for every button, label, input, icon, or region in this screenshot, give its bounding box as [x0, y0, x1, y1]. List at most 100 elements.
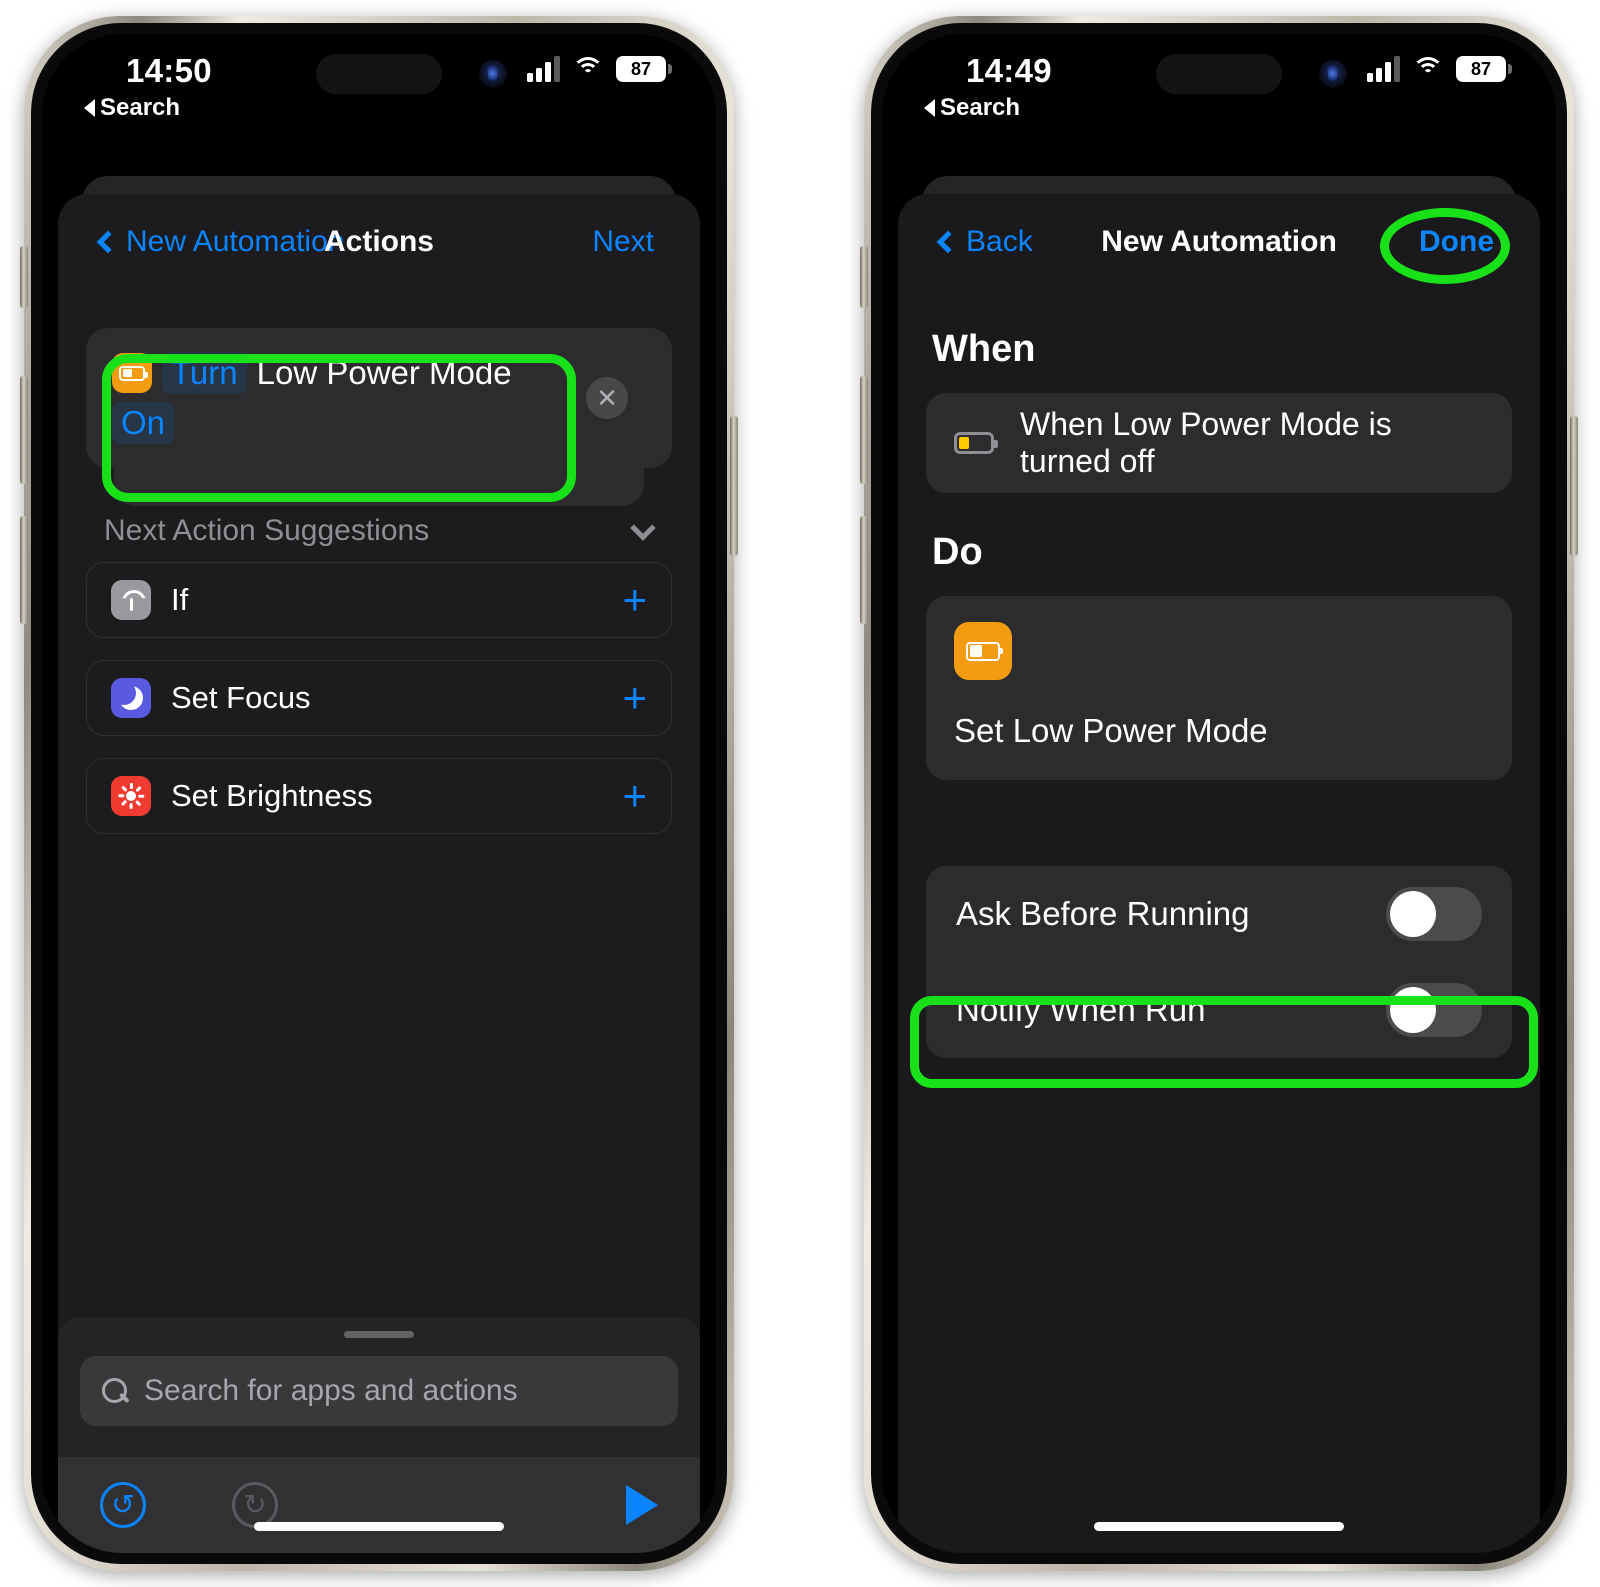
redo-icon: ↻: [243, 1489, 267, 1520]
ask-before-running-toggle[interactable]: [1386, 887, 1482, 941]
section-title-when: When: [932, 328, 1036, 370]
navigation-bar-left: New Automation Actions Next: [58, 194, 700, 290]
battery-icon: 87: [1456, 56, 1512, 82]
back-triangle-icon: [924, 99, 935, 117]
chevron-down-icon[interactable]: [630, 514, 656, 541]
undo-icon: ↺: [111, 1489, 135, 1520]
next-button[interactable]: Next: [592, 225, 654, 259]
remove-action-button[interactable]: ✕: [586, 377, 628, 419]
wifi-icon: [572, 57, 604, 81]
suggestion-item-set-focus[interactable]: Set Focus +: [86, 660, 672, 736]
page-title-text: New Automation: [1101, 225, 1337, 258]
low-power-mode-icon: [954, 622, 1012, 680]
new-automation-sheet: Back New Automation Done When When Low P…: [898, 194, 1540, 1553]
suggestion-item-set-brightness[interactable]: Set Brightness +: [86, 758, 672, 834]
option-ask-before-running[interactable]: Ask Before Running: [926, 866, 1512, 962]
back-triangle-icon: [84, 99, 95, 117]
battery-percent: 87: [616, 56, 666, 82]
status-bar-right: 14:49 Search 87: [882, 34, 1556, 150]
action-button[interactable]: [20, 246, 28, 308]
search-placeholder: Search for apps and actions: [144, 1374, 518, 1407]
actions-sheet: New Automation Actions Next Turn Low Pow…: [58, 194, 700, 1553]
next-action-suggestions-header[interactable]: Next Action Suggestions: [104, 514, 660, 548]
status-time: 14:50: [126, 52, 212, 89]
power-button[interactable]: [730, 416, 738, 556]
add-suggestion-button[interactable]: +: [622, 579, 647, 621]
battery-glyph: [966, 641, 1003, 661]
state-token[interactable]: On: [112, 402, 175, 444]
phone-bezel: 14:50 Search 87 New Automation Actions N…: [31, 23, 727, 1564]
power-button[interactable]: [1570, 416, 1578, 556]
search-panel: Search for apps and actions: [58, 1317, 700, 1457]
battery-nub: [1508, 64, 1512, 74]
notify-when-run-toggle[interactable]: [1386, 983, 1482, 1037]
front-camera-icon: [479, 60, 507, 88]
status-time: 14:49: [966, 52, 1052, 89]
home-indicator[interactable]: [254, 1522, 504, 1531]
undo-button[interactable]: ↺: [100, 1482, 146, 1528]
toggle-knob: [1390, 891, 1436, 937]
section-title-do: Do: [932, 531, 983, 573]
volume-up-button[interactable]: [20, 376, 28, 484]
back-app-label: Search: [100, 94, 181, 121]
suggestion-label: Set Brightness: [171, 778, 373, 813]
status-indicators: 87: [1367, 56, 1512, 82]
volume-down-button[interactable]: [20, 516, 28, 624]
volume-up-button[interactable]: [860, 376, 868, 484]
trigger-card[interactable]: When Low Power Mode is turned off: [926, 393, 1512, 493]
phone-screen-right: 14:49 Search 87 Back New Automation Done…: [882, 34, 1556, 1553]
focus-moon-icon: [111, 678, 151, 718]
turn-token[interactable]: Turn: [162, 352, 247, 394]
automation-options-group: Ask Before Running Notify When Run: [926, 866, 1512, 1058]
battery-percent: 87: [1456, 56, 1506, 82]
cellular-signal-icon: [527, 56, 560, 82]
action-list: Turn Low Power Mode On ✕: [86, 328, 672, 506]
home-indicator[interactable]: [1094, 1522, 1344, 1531]
volume-down-button[interactable]: [860, 516, 868, 624]
option-notify-when-run[interactable]: Notify When Run: [926, 962, 1512, 1058]
action-subject: Low Power Mode: [256, 354, 512, 391]
editor-toolbar: ↺ ↻: [58, 1457, 700, 1553]
suggestion-label: If: [171, 582, 189, 617]
run-shortcut-button[interactable]: [626, 1485, 658, 1525]
navigation-bar-right: Back New Automation Done: [898, 194, 1540, 290]
search-input[interactable]: Search for apps and actions: [80, 1356, 678, 1426]
suggestions-title: Next Action Suggestions: [104, 514, 430, 547]
screenshot-stage: 14:50 Search 87 New Automation Actions N…: [0, 0, 1600, 1587]
done-button[interactable]: Done: [1419, 225, 1494, 259]
action-button[interactable]: [860, 246, 868, 308]
battery-icon: 87: [616, 56, 672, 82]
front-camera-icon: [1319, 60, 1347, 88]
battery-nub: [668, 64, 672, 74]
back-app-label: Search: [940, 94, 1021, 121]
suggestion-item-if[interactable]: If +: [86, 562, 672, 638]
action-primary-row: Turn Low Power Mode: [112, 352, 646, 394]
suggestion-label: Set Focus: [171, 680, 311, 715]
if-branch-icon: [111, 580, 151, 620]
iphone-right: 14:49 Search 87 Back New Automation Done…: [860, 16, 1578, 1571]
phone-screen-left: 14:50 Search 87 New Automation Actions N…: [42, 34, 716, 1553]
iphone-left: 14:50 Search 87 New Automation Actions N…: [20, 16, 738, 1571]
search-icon: [102, 1378, 128, 1404]
do-action-card[interactable]: Set Low Power Mode: [926, 596, 1512, 780]
wifi-icon: [1412, 57, 1444, 81]
option-label: Notify When Run: [956, 991, 1206, 1028]
toggle-knob: [1390, 987, 1436, 1033]
action-secondary-row: On: [112, 402, 646, 444]
battery-glyph: [119, 365, 148, 381]
status-back-to-app[interactable]: Search: [924, 94, 1020, 122]
status-back-to-app[interactable]: Search: [84, 94, 180, 122]
sheet-grabber[interactable]: [344, 1331, 414, 1338]
action-card-low-power-mode[interactable]: Turn Low Power Mode On ✕: [86, 328, 672, 468]
do-action-label: Set Low Power Mode: [954, 712, 1268, 749]
add-suggestion-button[interactable]: +: [622, 677, 647, 719]
cellular-signal-icon: [1367, 56, 1400, 82]
status-bar-left: 14:50 Search 87: [42, 34, 716, 150]
brightness-sun-icon: [111, 776, 151, 816]
dynamic-island: [316, 54, 442, 94]
status-indicators: 87: [527, 56, 672, 82]
phone-bezel: 14:49 Search 87 Back New Automation Done…: [871, 23, 1567, 1564]
add-suggestion-button[interactable]: +: [622, 775, 647, 817]
low-power-mode-icon: [112, 353, 152, 393]
option-label: Ask Before Running: [956, 895, 1250, 932]
